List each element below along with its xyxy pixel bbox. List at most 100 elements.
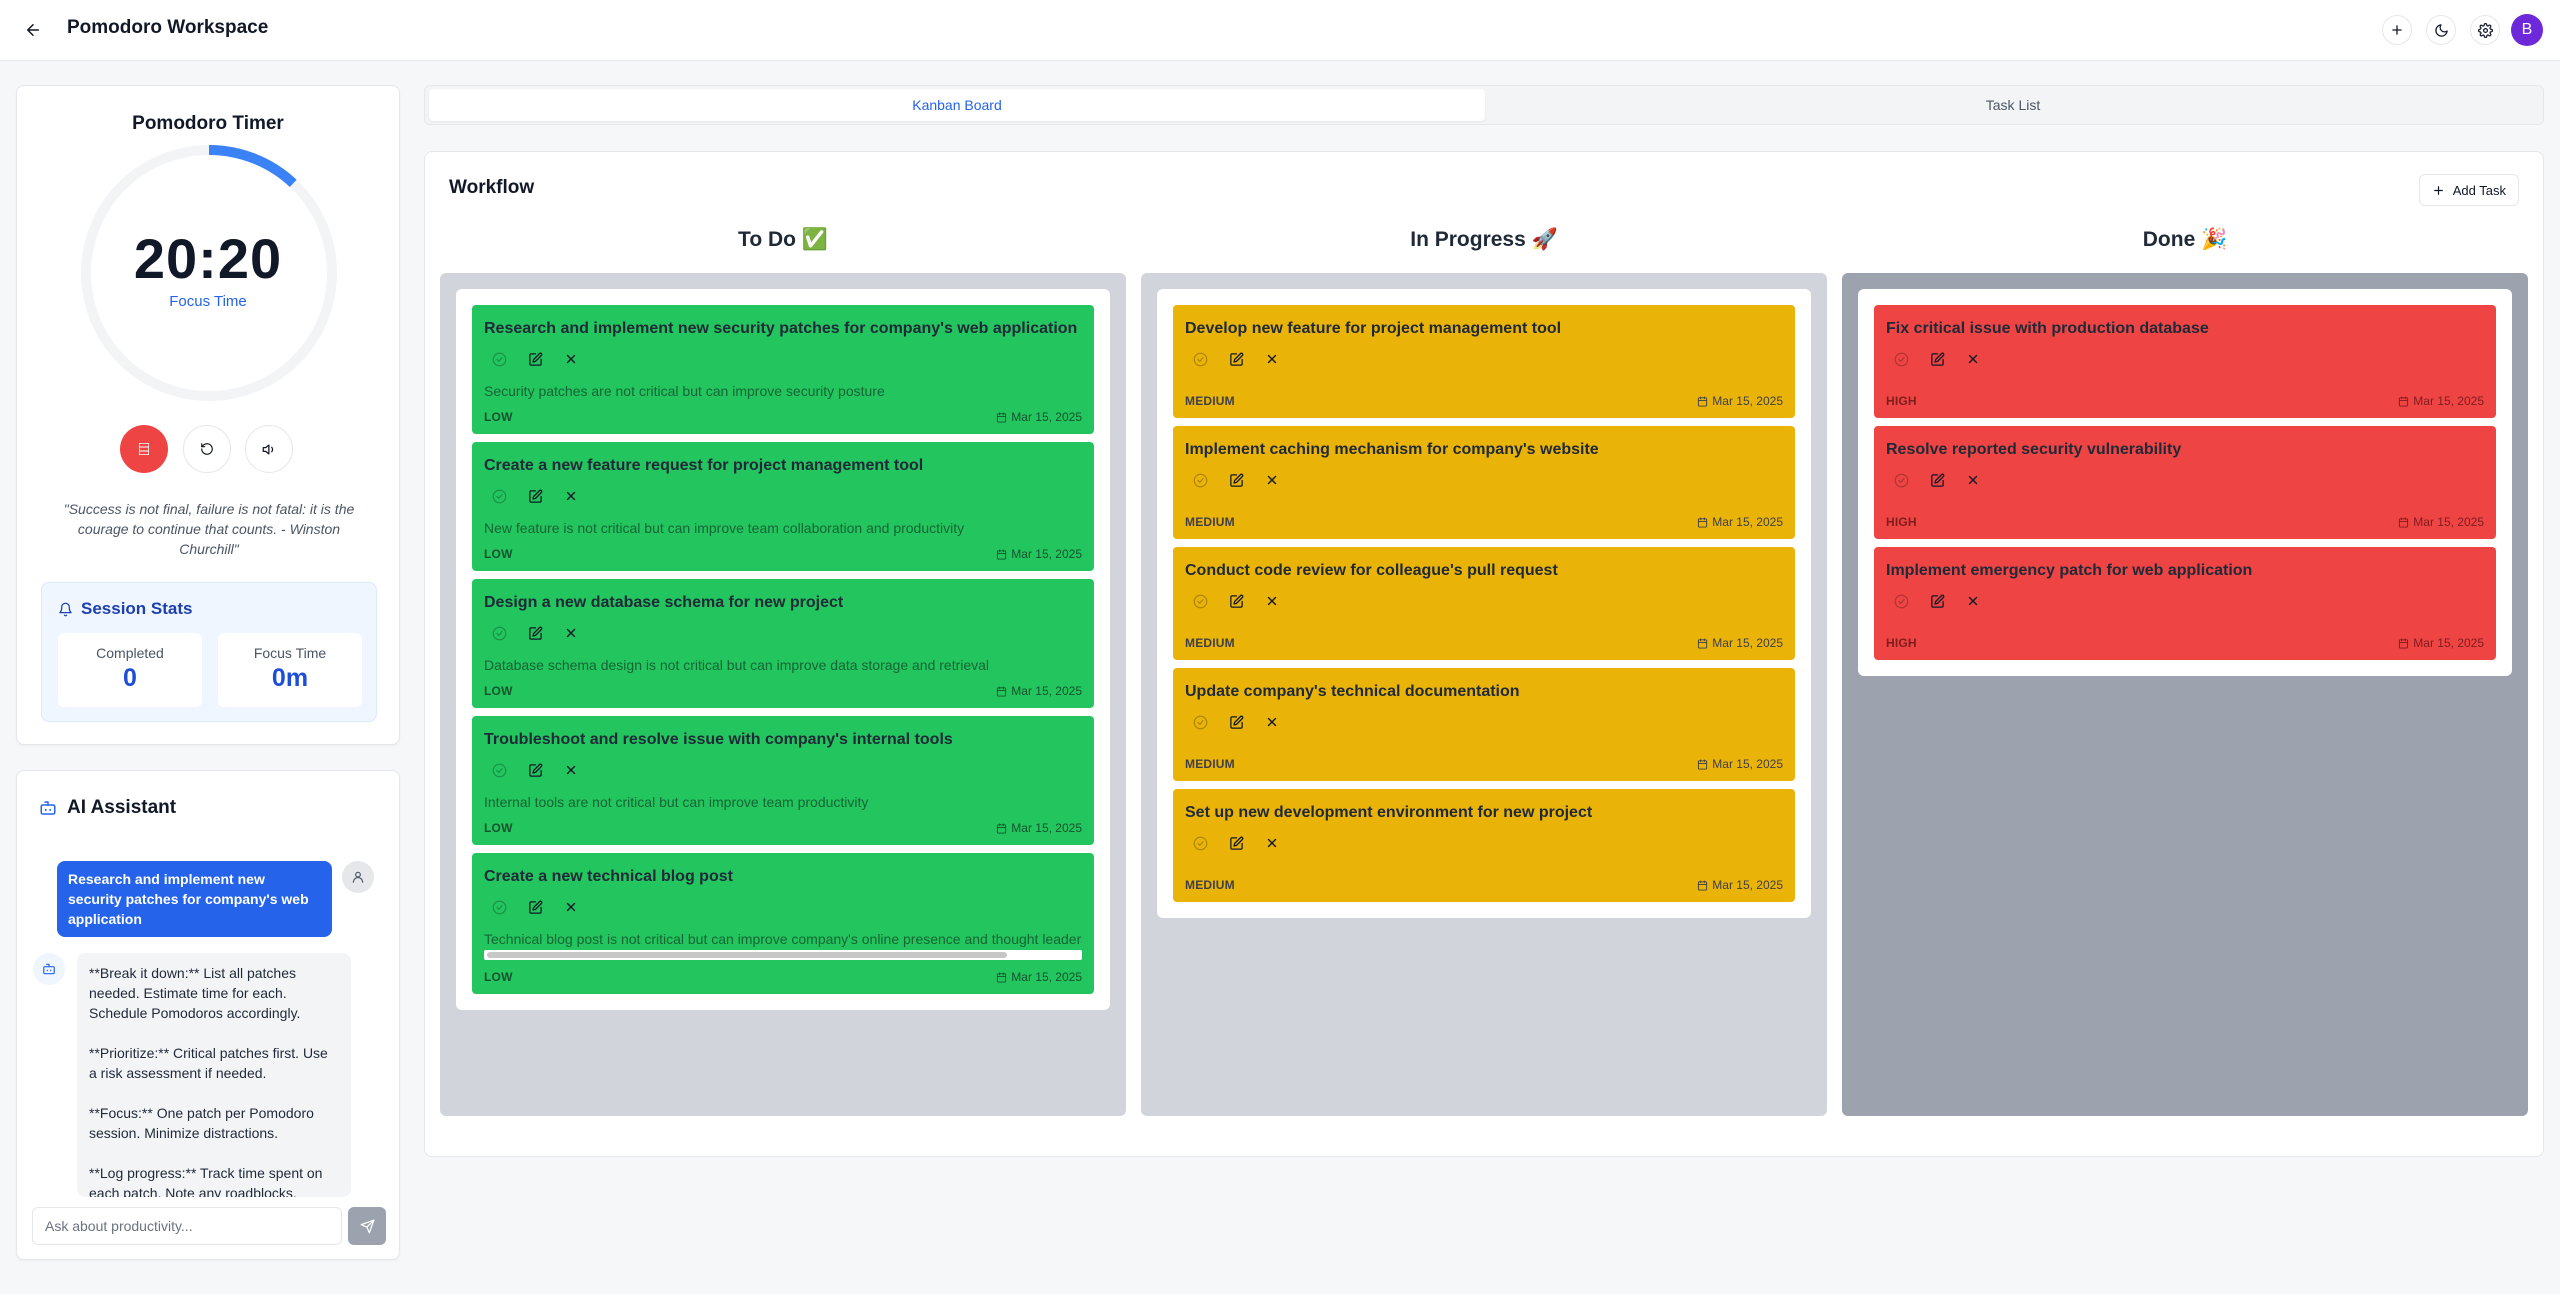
plus-icon — [2392, 25, 2402, 35]
edit-task-button[interactable] — [1225, 348, 1247, 370]
chat-input[interactable] — [32, 1207, 342, 1245]
sound-button[interactable] — [245, 425, 293, 473]
delete-task-button[interactable] — [1962, 348, 1984, 370]
edit-icon — [1229, 473, 1243, 487]
complete-task-button[interactable] — [1189, 832, 1211, 854]
task-card[interactable]: Resolve reported security vulnerability … — [1874, 426, 2496, 539]
task-card[interactable]: Fix critical issue with production datab… — [1874, 305, 2496, 418]
task-card[interactable]: Create a new technical blog post Technic… — [472, 853, 1094, 994]
delete-task-button[interactable] — [1261, 711, 1283, 733]
user-avatar-small — [342, 861, 374, 893]
user-avatar[interactable]: B — [2511, 14, 2543, 46]
edit-task-button[interactable] — [1225, 469, 1247, 491]
tab-kanban-board[interactable]: Kanban Board — [429, 89, 1485, 121]
add-button[interactable] — [2382, 15, 2412, 45]
edit-icon — [1229, 836, 1243, 850]
edit-task-button[interactable] — [1926, 590, 1948, 612]
calendar-icon — [1698, 758, 1708, 770]
edit-task-button[interactable] — [524, 485, 546, 507]
edit-task-button[interactable] — [1225, 590, 1247, 612]
complete-task-button[interactable] — [1189, 711, 1211, 733]
stop-button[interactable] — [120, 425, 168, 473]
priority-badge: HIGH — [1886, 515, 1917, 529]
reset-button[interactable] — [183, 425, 231, 473]
complete-task-button[interactable] — [1890, 590, 1912, 612]
top-bar: Pomodoro Workspace B — [0, 0, 2560, 61]
due-date-text: Mar 15, 2025 — [1712, 515, 1783, 529]
task-title: Implement emergency patch for web applic… — [1886, 562, 2253, 579]
task-description: Internal tools are not critical but can … — [484, 794, 869, 810]
board-title: Workflow — [449, 177, 535, 198]
delete-task-button[interactable] — [1962, 469, 1984, 491]
tab-task-list[interactable]: Task List — [1485, 89, 2541, 121]
due-date: Mar 15, 2025 — [996, 684, 1082, 698]
delete-task-button[interactable] — [1261, 832, 1283, 854]
task-card[interactable]: Design a new database schema for new pro… — [472, 579, 1094, 708]
check-circle-icon — [492, 763, 506, 777]
delete-task-button[interactable] — [560, 348, 582, 370]
priority-badge: LOW — [484, 821, 513, 835]
complete-task-button[interactable] — [488, 759, 510, 781]
scrollbar-thumb[interactable] — [487, 952, 1007, 958]
task-actions — [1886, 469, 2484, 491]
task-card[interactable]: Develop new feature for project manageme… — [1173, 305, 1795, 418]
edit-task-button[interactable] — [524, 622, 546, 644]
delete-task-button[interactable] — [560, 485, 582, 507]
edit-task-button[interactable] — [524, 896, 546, 918]
edit-task-button[interactable] — [1926, 469, 1948, 491]
dark-mode-toggle[interactable] — [2426, 15, 2456, 45]
complete-task-button[interactable] — [488, 485, 510, 507]
complete-task-button[interactable] — [488, 896, 510, 918]
task-card[interactable]: Research and implement new security patc… — [472, 305, 1094, 434]
edit-task-button[interactable] — [1225, 711, 1247, 733]
session-stats-title: Session Stats — [81, 599, 193, 618]
delete-task-button[interactable] — [1261, 469, 1283, 491]
delete-task-button[interactable] — [1261, 590, 1283, 612]
delete-task-button[interactable] — [560, 622, 582, 644]
delete-task-button[interactable] — [560, 759, 582, 781]
close-icon — [566, 491, 576, 501]
task-title: Create a new technical blog post — [484, 868, 733, 885]
task-actions — [484, 485, 1082, 507]
edit-task-button[interactable] — [1926, 348, 1948, 370]
delete-task-button[interactable] — [1261, 348, 1283, 370]
task-description: Security patches are not critical but ca… — [484, 383, 885, 399]
complete-task-button[interactable] — [1890, 348, 1912, 370]
complete-task-button[interactable] — [1189, 590, 1211, 612]
settings-button[interactable] — [2470, 15, 2500, 45]
complete-task-button[interactable] — [488, 348, 510, 370]
task-card[interactable]: Implement emergency patch for web applic… — [1874, 547, 2496, 660]
complete-task-button[interactable] — [1189, 469, 1211, 491]
column-task-list: Fix critical issue with production datab… — [1858, 289, 2512, 676]
delete-task-button[interactable] — [1962, 590, 1984, 612]
send-button[interactable] — [348, 1207, 386, 1245]
task-card[interactable]: Troubleshoot and resolve issue with comp… — [472, 716, 1094, 845]
close-icon — [566, 628, 576, 638]
column-title: In Progress 🚀 — [1410, 228, 1558, 251]
complete-task-button[interactable] — [1890, 469, 1912, 491]
task-card[interactable]: Update company's technical documentation… — [1173, 668, 1795, 781]
completed-label: Completed — [96, 645, 164, 661]
task-card[interactable]: Create a new feature request for project… — [472, 442, 1094, 571]
edit-task-button[interactable] — [524, 759, 546, 781]
task-card[interactable]: Set up new development environment for n… — [1173, 789, 1795, 902]
due-date-text: Mar 15, 2025 — [1712, 878, 1783, 892]
complete-task-button[interactable] — [1189, 348, 1211, 370]
back-button[interactable] — [20, 17, 46, 43]
due-date: Mar 15, 2025 — [1697, 636, 1783, 650]
task-footer: HIGH Mar 15, 2025 — [1886, 394, 2484, 408]
add-task-label: Add Task — [2452, 182, 2506, 198]
description-scrollbar[interactable] — [484, 950, 1082, 960]
edit-task-button[interactable] — [1225, 832, 1247, 854]
task-actions — [1185, 590, 1783, 612]
priority-badge: MEDIUM — [1185, 636, 1235, 650]
complete-task-button[interactable] — [488, 622, 510, 644]
arrow-left-icon — [27, 24, 39, 36]
edit-task-button[interactable] — [524, 348, 546, 370]
plus-icon — [2433, 185, 2443, 195]
add-task-button[interactable]: Add Task — [2418, 174, 2519, 206]
delete-task-button[interactable] — [560, 896, 582, 918]
task-title: Set up new development environment for n… — [1185, 804, 1593, 821]
task-card[interactable]: Conduct code review for colleague's pull… — [1173, 547, 1795, 660]
task-card[interactable]: Implement caching mechanism for company'… — [1173, 426, 1795, 539]
